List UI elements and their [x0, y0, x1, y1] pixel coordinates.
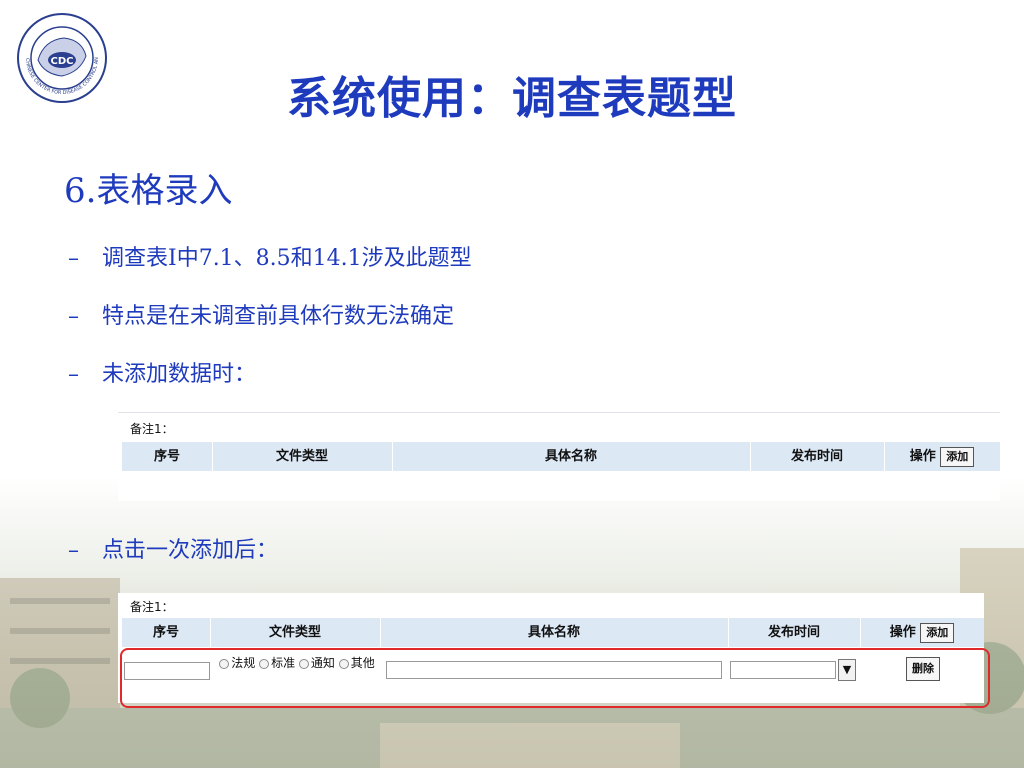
col-file-type: 文件类型	[210, 618, 381, 647]
col-publish-time: 发布时间	[750, 442, 885, 471]
col-name: 具体名称	[392, 442, 751, 471]
table-screenshot-empty: 备注1： 序号 文件类型 具体名称 发布时间 操作 添加	[118, 412, 1000, 501]
highlight-box	[120, 648, 990, 708]
col-action: 操作 添加	[860, 618, 984, 647]
add-button[interactable]: 添加	[920, 622, 955, 643]
bullet-item: – 未添加数据时：	[68, 362, 257, 387]
slide-title: 系统使用：调查表题型	[287, 73, 737, 124]
section-heading: 6.表格录入	[64, 171, 233, 211]
col-action: 操作 添加	[884, 442, 1000, 471]
bullet-item: – 调查表I中7.1、8.5和14.1涉及此题型	[68, 246, 472, 271]
bullet-item: – 特点是在未调查前具体行数无法确定	[68, 304, 455, 329]
table-header: 序号 文件类型 具体名称 发布时间 操作 添加	[122, 442, 1000, 471]
note-label: 备注1：	[130, 422, 174, 436]
bullet-item: – 点击一次添加后：	[68, 538, 279, 563]
note-label: 备注1：	[130, 600, 174, 614]
col-publish-time: 发布时间	[728, 618, 861, 647]
col-index: 序号	[122, 618, 211, 647]
col-name: 具体名称	[380, 618, 729, 647]
col-index: 序号	[122, 442, 213, 471]
add-button[interactable]: 添加	[940, 446, 975, 467]
col-file-type: 文件类型	[212, 442, 393, 471]
table-header: 序号 文件类型 具体名称 发布时间 操作 添加	[122, 618, 984, 647]
